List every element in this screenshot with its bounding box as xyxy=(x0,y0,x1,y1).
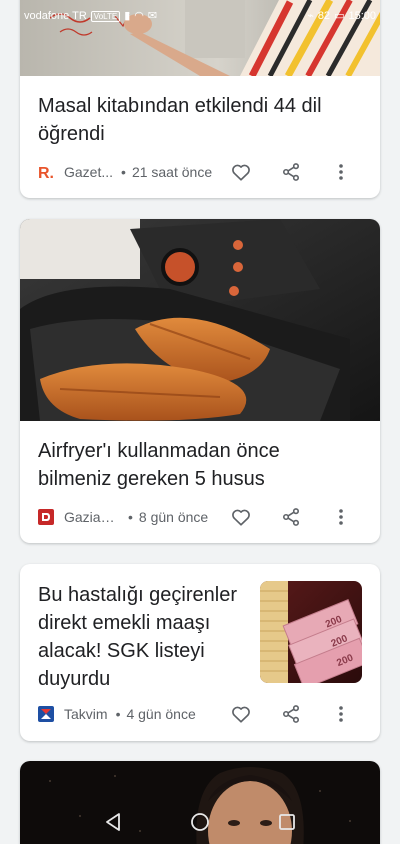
share-icon xyxy=(282,508,300,526)
more-vertical-icon xyxy=(339,706,343,722)
banknotes-photo: 200 200 200 xyxy=(260,581,362,683)
nav-recents-button[interactable] xyxy=(267,802,307,842)
card-actions xyxy=(216,698,366,730)
screen: vodafone TR VoLTE ▮ ◠ ✉ ⌁ 82 ▭ 15:00 Mas… xyxy=(0,0,400,844)
more-options-button[interactable] xyxy=(316,501,366,533)
separator-dot: • xyxy=(128,509,133,525)
nav-back-button[interactable] xyxy=(93,802,133,842)
home-circle-icon xyxy=(191,813,209,831)
source-logo-icon xyxy=(38,509,54,525)
back-triangle-icon xyxy=(106,813,121,831)
separator-dot: • xyxy=(115,706,121,722)
status-right: ⌁ 82 ▭ 15:00 xyxy=(307,10,376,22)
carrier-label: vodafone TR xyxy=(24,10,87,22)
mail-icon: ✉ xyxy=(147,9,158,22)
status-bar: vodafone TR VoLTE ▮ ◠ ✉ ⌁ 82 ▭ 15:00 xyxy=(0,0,400,32)
news-card-3[interactable]: Bu hastalığı geçirenler direkt emekli ma… xyxy=(20,564,380,741)
svg-text:R.: R. xyxy=(38,165,54,180)
volte-badge: VoLTE xyxy=(90,10,121,22)
publish-time: 21 saat önce xyxy=(131,164,213,180)
more-options-button[interactable] xyxy=(316,698,366,730)
share-button[interactable] xyxy=(266,501,316,533)
like-button[interactable] xyxy=(216,156,266,188)
card-thumbnail[interactable]: 200 200 200 xyxy=(260,581,362,683)
source-name[interactable]: Gaziant... xyxy=(64,509,120,525)
signal-icon: ▮ xyxy=(124,9,131,22)
card-meta: Takvim • 4 gün önce xyxy=(38,698,366,730)
card-title[interactable]: Bu hastalığı geçirenler direkt emekli ma… xyxy=(38,581,248,693)
status-left: vodafone TR VoLTE ▮ ◠ ✉ xyxy=(24,10,157,22)
card-title[interactable]: Airfryer'ı kullanmadan önce bilmeniz ger… xyxy=(38,437,358,493)
airfryer-photo xyxy=(20,219,380,421)
like-button[interactable] xyxy=(216,698,266,730)
publish-time: 4 gün önce xyxy=(126,706,196,722)
battery-icon: ▭ xyxy=(334,9,345,22)
source-name[interactable]: Gazet... xyxy=(64,164,113,180)
more-vertical-icon xyxy=(339,509,343,525)
card-image-airfryer[interactable] xyxy=(20,219,380,421)
card-meta: R. Gazet... • 21 saat önce xyxy=(38,156,366,188)
share-button[interactable] xyxy=(266,698,316,730)
more-options-button[interactable] xyxy=(316,156,366,188)
share-icon xyxy=(282,163,300,181)
source-logo-icon xyxy=(38,706,54,722)
heart-icon xyxy=(232,509,250,526)
like-button[interactable] xyxy=(216,501,266,533)
recents-square-icon xyxy=(278,814,295,830)
source-logo-icon: R. xyxy=(38,164,54,182)
share-button[interactable] xyxy=(266,156,316,188)
card-actions xyxy=(216,156,366,188)
card-title[interactable]: Masal kitabından etkilendi 44 dil öğrend… xyxy=(38,92,358,148)
publish-time: 8 gün önce xyxy=(138,509,209,525)
separator-dot: • xyxy=(121,164,126,180)
card-actions xyxy=(216,501,366,533)
battery-percent: 82 xyxy=(317,10,331,22)
heart-icon xyxy=(232,706,250,723)
source-name[interactable]: Takvim xyxy=(64,706,108,722)
heart-icon xyxy=(232,164,250,181)
more-vertical-icon xyxy=(339,164,343,180)
nav-home-button[interactable] xyxy=(180,802,220,842)
system-nav-bar xyxy=(0,800,400,844)
card-meta: Gaziant... • 8 gün önce xyxy=(38,501,366,533)
clock: 15:00 xyxy=(348,10,376,22)
wifi-icon: ◠ xyxy=(134,9,144,22)
news-card-2[interactable]: Airfryer'ı kullanmadan önce bilmeniz ger… xyxy=(20,219,380,543)
vibrate-icon: ⌁ xyxy=(307,9,314,22)
share-icon xyxy=(282,705,300,723)
